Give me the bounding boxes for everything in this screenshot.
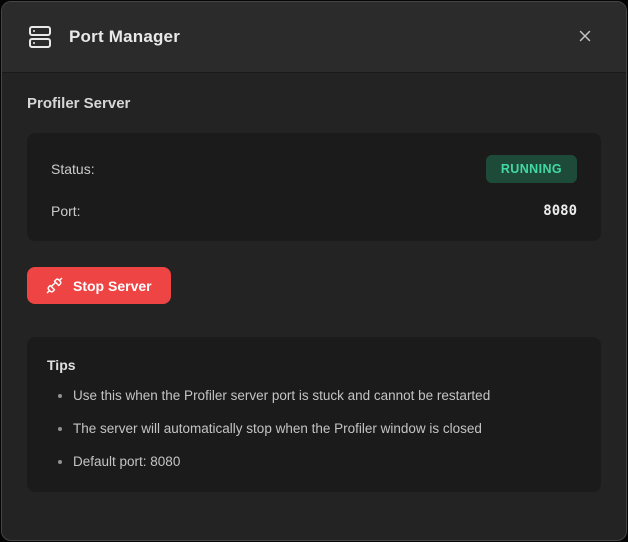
status-panel: Status: RUNNING Port: 8080 [27,133,601,241]
section-title: Profiler Server [27,95,601,112]
tip-item: The server will automatically stop when … [73,421,581,436]
port-row: Port: 8080 [51,203,577,219]
tip-item: Default port: 8080 [73,454,581,469]
stop-server-button[interactable]: Stop Server [27,267,171,304]
stop-server-label: Stop Server [73,278,152,294]
server-icon [27,24,53,50]
status-row: Status: RUNNING [51,155,577,183]
status-label: Status: [51,161,95,177]
dialog-body: Profiler Server Status: RUNNING Port: 80… [2,73,626,540]
status-badge: RUNNING [486,155,577,183]
close-button[interactable] [568,20,602,54]
tip-item: Use this when the Profiler server port i… [73,388,581,403]
port-value: 8080 [543,203,577,219]
close-icon [576,27,594,48]
port-label: Port: [51,203,81,219]
tips-panel: Tips Use this when the Profiler server p… [27,337,601,492]
tips-title: Tips [47,357,581,373]
unplug-icon [46,277,63,294]
port-manager-dialog: Port Manager Profiler Server Status: RUN… [1,1,627,541]
tips-list: Use this when the Profiler server port i… [47,388,581,469]
dialog-title: Port Manager [69,27,180,47]
dialog-header: Port Manager [2,2,626,73]
